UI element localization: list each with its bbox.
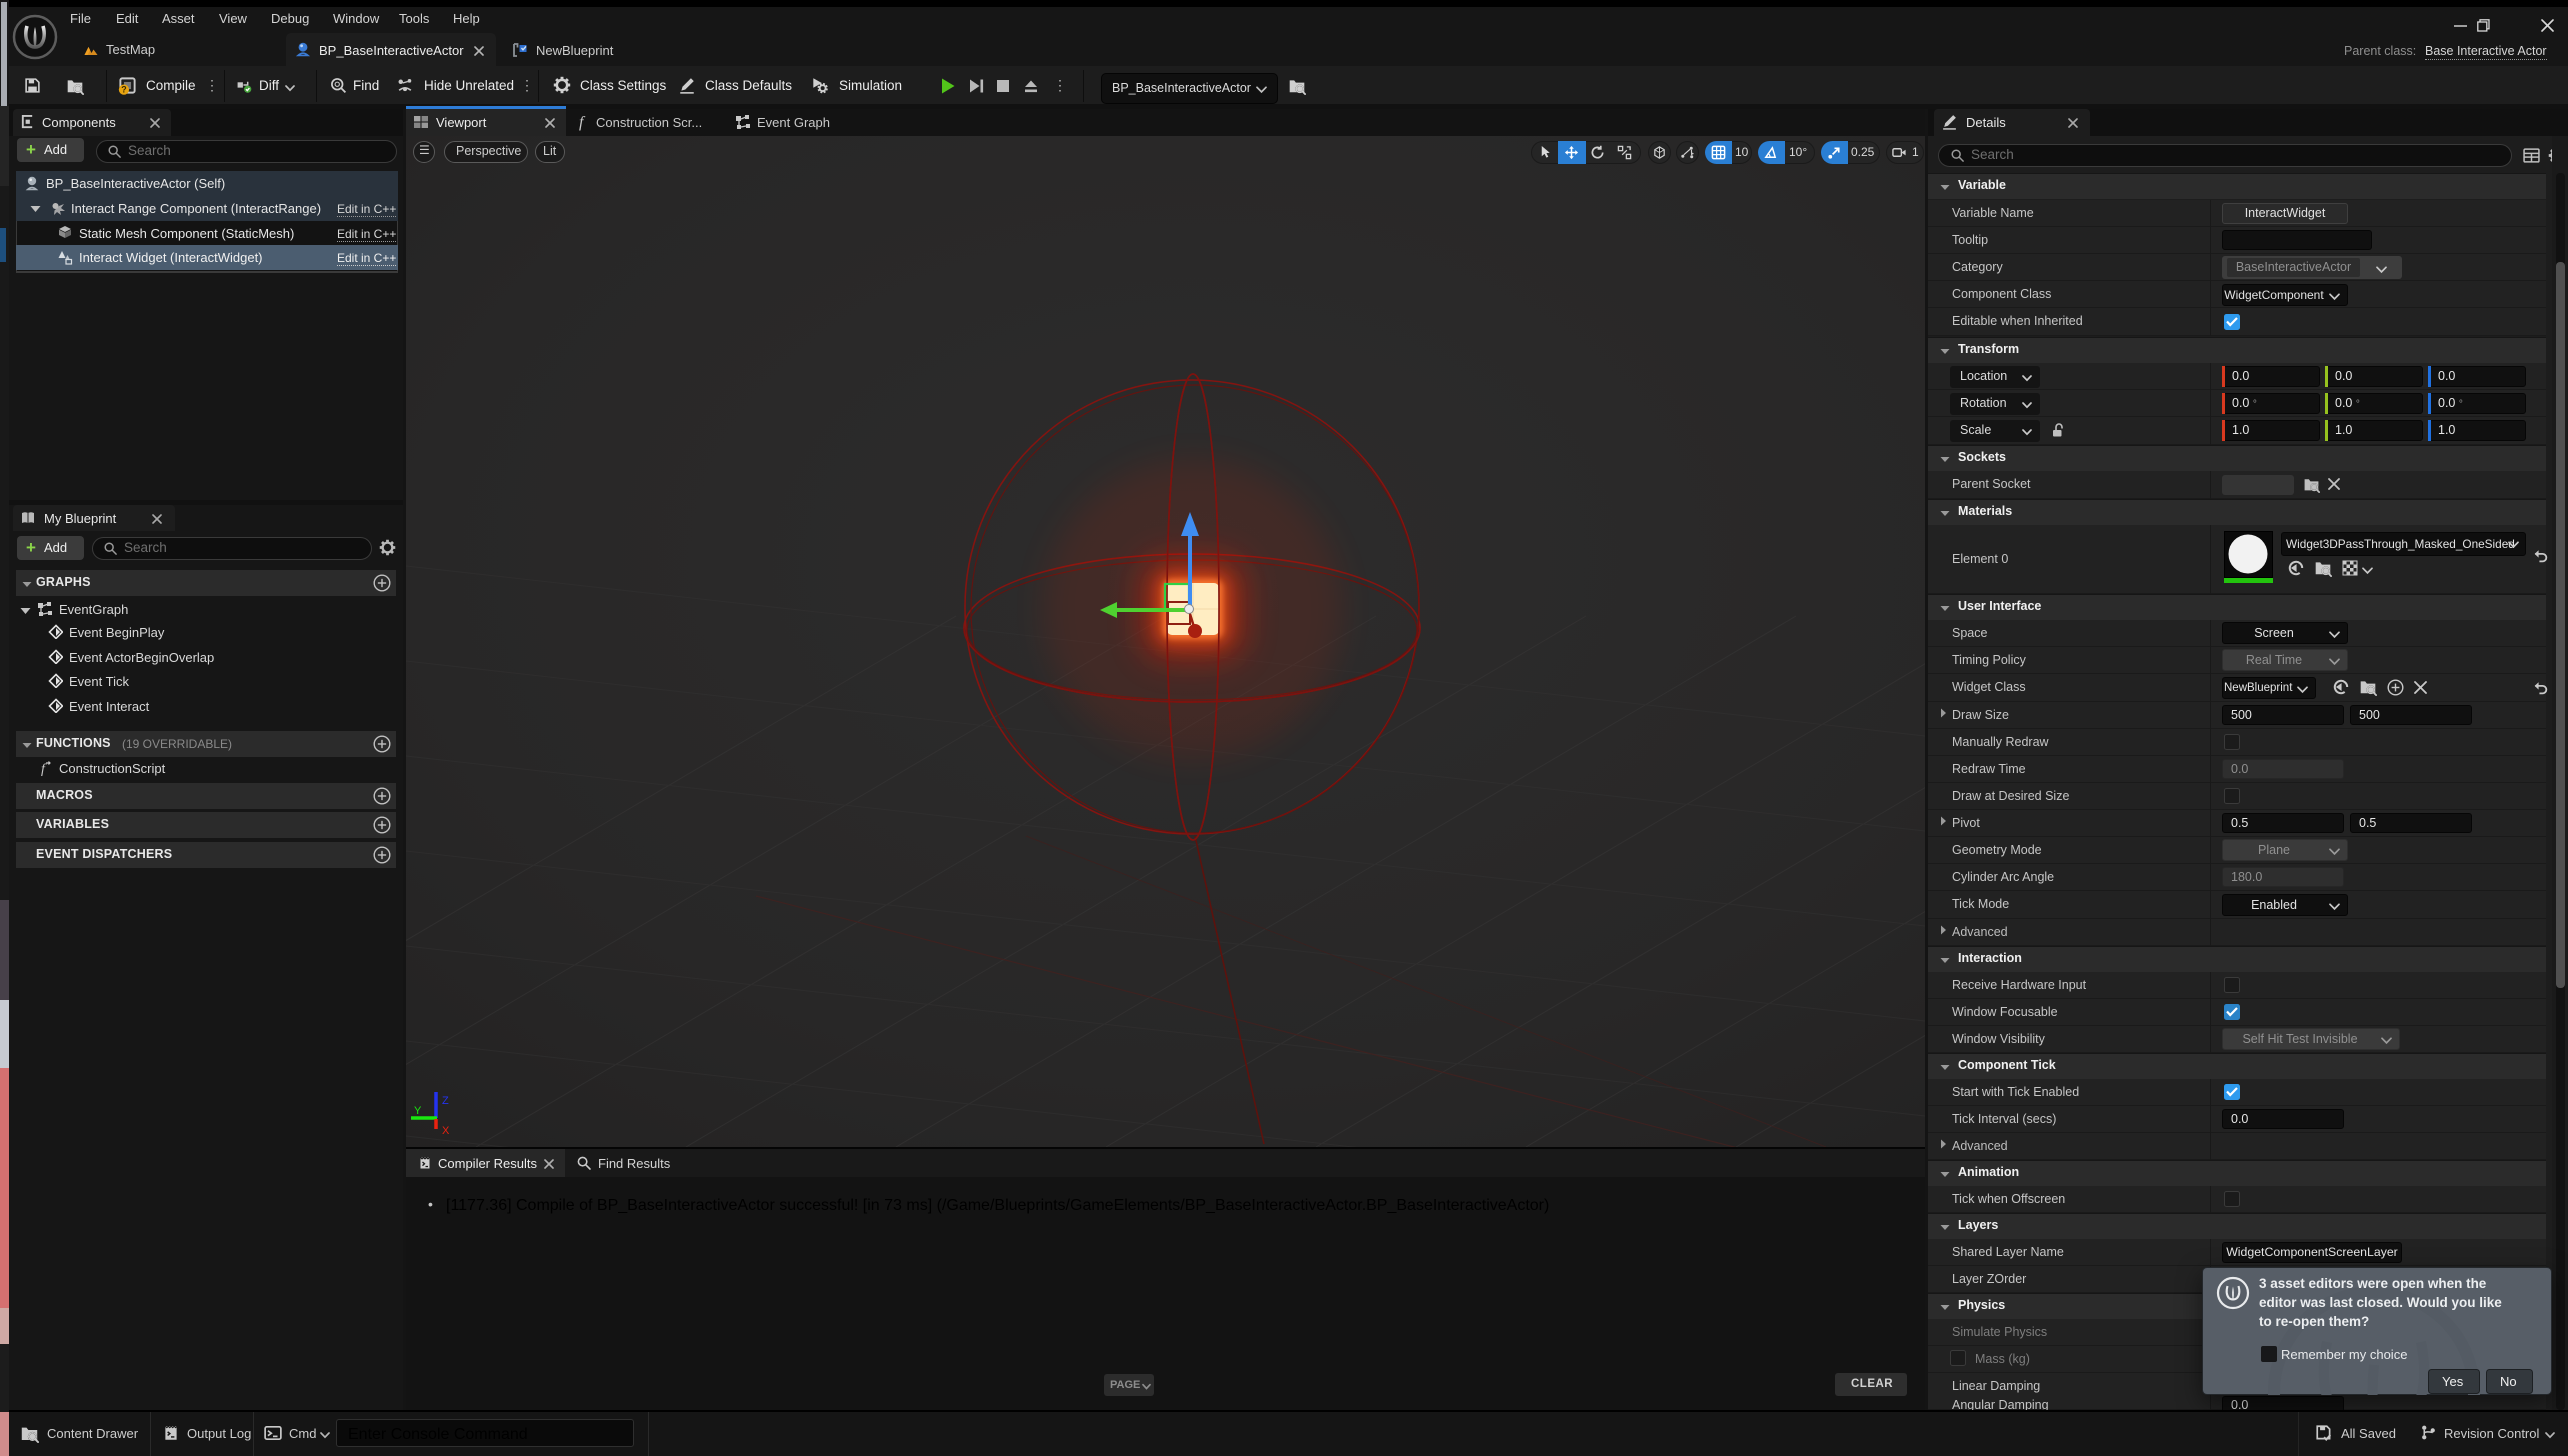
svg-text:Y: Y	[414, 1105, 422, 1117]
svg-text:?: ?	[121, 85, 126, 95]
svg-text:f: f	[579, 114, 586, 131]
svg-text:Z: Z	[442, 1095, 449, 1107]
svg-text:f: f	[41, 762, 47, 776]
svg-text:X: X	[442, 1125, 450, 1137]
